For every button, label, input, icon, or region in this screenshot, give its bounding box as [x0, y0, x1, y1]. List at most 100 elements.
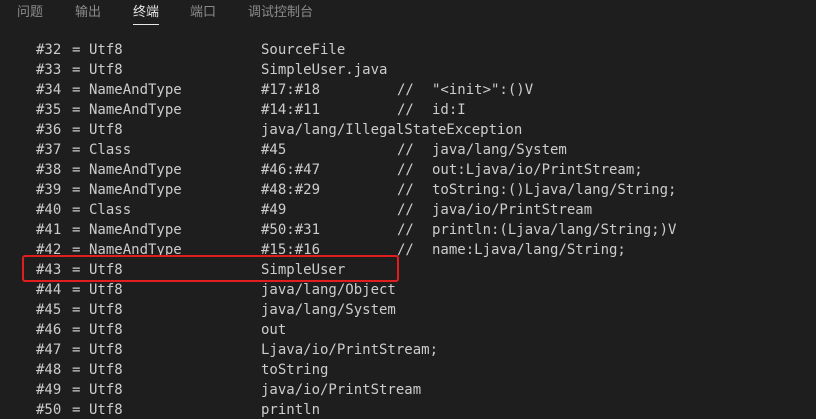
equals-sign: =	[72, 382, 81, 398]
terminal-line: #38 = NameAndType #46:#47 // out:Ljava/io/Pri…	[0, 160, 816, 180]
constant-value: SimpleUser	[261, 262, 346, 278]
equals-sign: =	[72, 42, 81, 58]
equals-sign: =	[72, 342, 81, 358]
comment-marker: //	[397, 82, 414, 98]
constant-index: #49	[36, 382, 62, 398]
equals-sign: =	[72, 222, 81, 238]
constant-index: #46	[36, 322, 62, 338]
constant-index: #37	[36, 142, 62, 158]
constant-type: NameAndType	[89, 82, 182, 98]
constant-index: #50	[36, 402, 62, 418]
constant-value: java/lang/IllegalStateException	[261, 122, 523, 138]
constant-type: Utf8	[89, 342, 123, 358]
constant-type: NameAndType	[89, 102, 182, 118]
constant-index: #33	[36, 62, 62, 78]
comment-marker: //	[397, 142, 414, 158]
equals-sign: =	[72, 122, 81, 138]
constant-comment: toString:()Ljava/lang/String;	[432, 182, 677, 198]
constant-value: #14:#11	[261, 102, 321, 118]
tab-problems[interactable]: 问题	[17, 4, 43, 26]
terminal-line: #33 = Utf8 SimpleUser.java	[0, 60, 816, 80]
terminal-line: #34 = NameAndType #17:#18 // "<init>":()V	[0, 80, 816, 100]
terminal-line: #39 = NameAndType #48:#29 // toString:()Ljava…	[0, 180, 816, 200]
terminal-line: #36 = Utf8 java/lang/IllegalStateException	[0, 120, 816, 140]
constant-index: #35	[36, 102, 62, 118]
equals-sign: =	[72, 362, 81, 378]
terminal-line: #44 = Utf8 java/lang/Object	[0, 280, 816, 300]
constant-index: #34	[36, 82, 62, 98]
constant-index: #43	[36, 262, 62, 278]
constant-index: #40	[36, 202, 62, 218]
constant-index: #44	[36, 282, 62, 298]
equals-sign: =	[72, 182, 81, 198]
constant-index: #45	[36, 302, 62, 318]
terminal-line: #40 = Class #49 // java/io/PrintStream	[0, 200, 816, 220]
constant-type: Utf8	[89, 62, 123, 78]
constant-value: println	[261, 402, 321, 418]
constant-comment: "<init>":()V	[432, 82, 534, 98]
constant-type: Utf8	[89, 122, 123, 138]
constant-value: #46:#47	[261, 162, 321, 178]
tab-output[interactable]: 输出	[75, 4, 101, 26]
comment-marker: //	[397, 202, 414, 218]
constant-comment: id:I	[432, 102, 466, 118]
equals-sign: =	[72, 142, 81, 158]
comment-marker: //	[397, 222, 414, 238]
constant-index: #32	[36, 42, 62, 58]
constant-value: SourceFile	[261, 42, 346, 58]
terminal-line: #43 = Utf8 SimpleUser	[0, 260, 816, 280]
terminal-output[interactable]: #32 = Utf8 SourceFile #33 = Utf8 SimpleUser.jav…	[0, 30, 816, 419]
constant-value: Ljava/io/PrintStream;	[261, 342, 439, 358]
constant-value: toString	[261, 362, 329, 378]
comment-marker: //	[397, 102, 414, 118]
constant-comment: out:Ljava/io/PrintStream;	[432, 162, 643, 178]
comment-marker: //	[397, 162, 414, 178]
constant-value: #49	[261, 202, 287, 218]
constant-type: Class	[89, 202, 132, 218]
equals-sign: =	[72, 202, 81, 218]
constant-type: Utf8	[89, 262, 123, 278]
constant-type: NameAndType	[89, 222, 182, 238]
constant-comment: java/lang/System	[432, 142, 567, 158]
constant-type: Utf8	[89, 362, 123, 378]
constant-value: out	[261, 322, 287, 338]
constant-value: SimpleUser.java	[261, 62, 388, 78]
constant-type: Utf8	[89, 302, 123, 318]
constant-type: Utf8	[89, 282, 123, 298]
constant-value: #45	[261, 142, 287, 158]
constant-index: #39	[36, 182, 62, 198]
constant-comment: name:Ljava/lang/String;	[432, 242, 626, 258]
constant-comment: java/io/PrintStream	[432, 202, 593, 218]
equals-sign: =	[72, 162, 81, 178]
tab-ports[interactable]: 端口	[190, 4, 216, 26]
terminal-line: #32 = Utf8 SourceFile	[0, 40, 816, 60]
constant-value: java/lang/System	[261, 302, 396, 318]
terminal-line: #41 = NameAndType #50:#31 // println:(Ljava/l…	[0, 220, 816, 240]
tab-debug-console[interactable]: 调试控制台	[248, 4, 313, 26]
equals-sign: =	[72, 62, 81, 78]
equals-sign: =	[72, 402, 81, 418]
comment-marker: //	[397, 182, 414, 198]
equals-sign: =	[72, 282, 81, 298]
constant-type: Utf8	[89, 402, 123, 418]
terminal-line: #49 = Utf8 java/io/PrintStream	[0, 380, 816, 400]
equals-sign: =	[72, 302, 81, 318]
tab-terminal[interactable]: 终端	[133, 4, 160, 26]
terminal-line: #48 = Utf8 toString	[0, 360, 816, 380]
equals-sign: =	[72, 262, 81, 278]
constant-value: #17:#18	[261, 82, 321, 98]
constant-comment: println:(Ljava/lang/String;)V	[432, 222, 677, 238]
terminal-line: #35 = NameAndType #14:#11 // id:I	[0, 100, 816, 120]
constant-value: #50:#31	[261, 222, 321, 238]
constant-type: Utf8	[89, 42, 123, 58]
constant-type: NameAndType	[89, 182, 182, 198]
constant-index: #41	[36, 222, 62, 238]
constant-type: Utf8	[89, 322, 123, 338]
constant-index: #36	[36, 122, 62, 138]
constant-value: java/lang/Object	[261, 282, 396, 298]
panel-tab-bar: 问题 输出 终端 端口 调试控制台	[0, 0, 816, 30]
constant-index: #47	[36, 342, 62, 358]
terminal-line: #46 = Utf8 out	[0, 320, 816, 340]
constant-index: #48	[36, 362, 62, 378]
terminal-line: #45 = Utf8 java/lang/System	[0, 300, 816, 320]
